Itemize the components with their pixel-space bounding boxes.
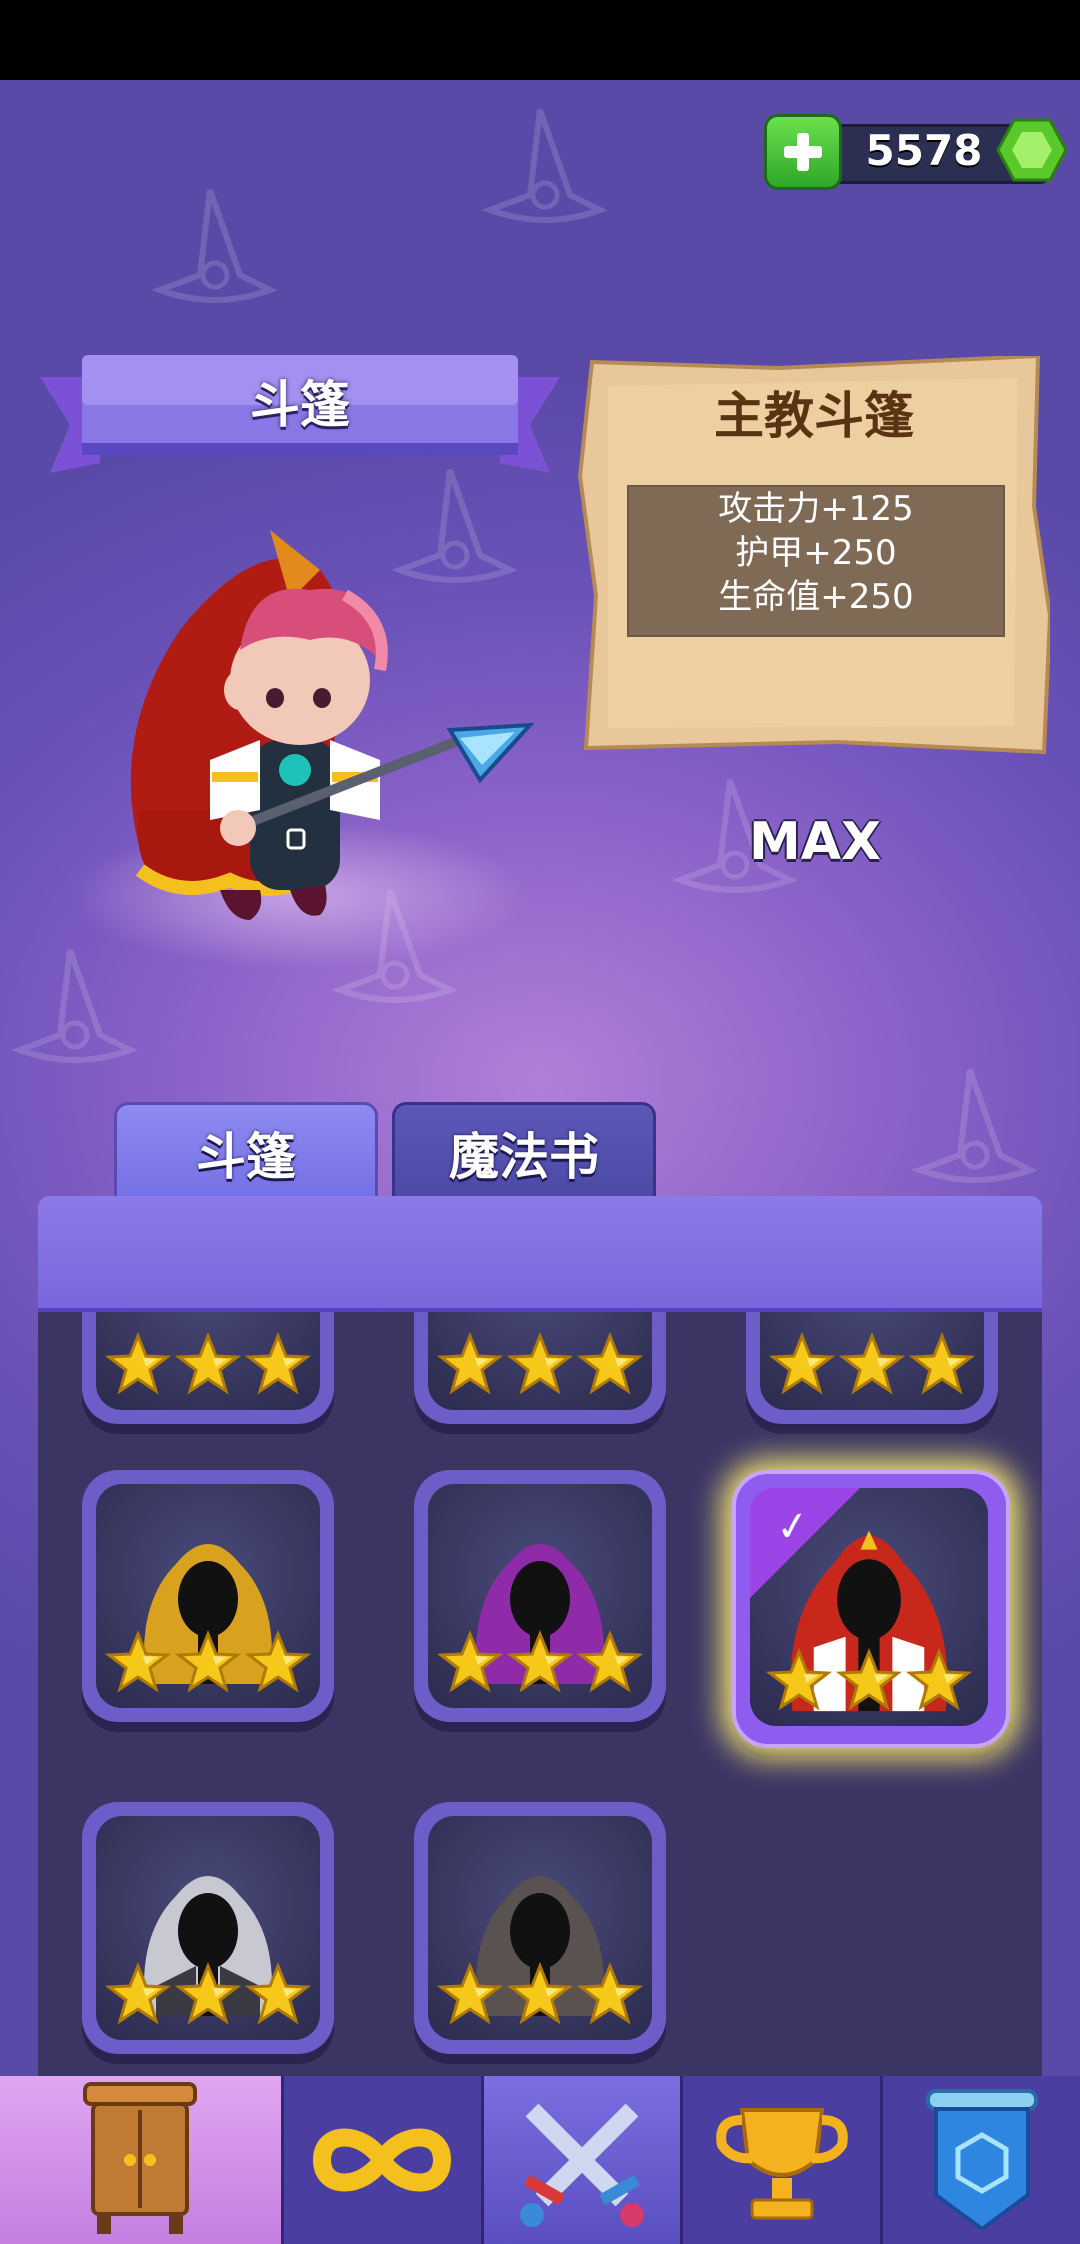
purple-hood-card[interactable] [414, 1470, 666, 1722]
star-icon [436, 1331, 504, 1398]
star-icon [104, 1629, 172, 1696]
stat-health: 生命值+250 [718, 577, 914, 617]
star-icon [905, 1647, 973, 1714]
star-icon [576, 1629, 644, 1696]
hat-pattern-icon [911, 1069, 1038, 1183]
star-rating [750, 1647, 988, 1714]
plus-icon[interactable] [764, 114, 842, 190]
hat-pattern-icon [151, 189, 278, 303]
trophy-icon [716, 2108, 848, 2220]
hat-pattern-icon [481, 109, 608, 223]
star-icon [908, 1331, 976, 1398]
gem-currency-counter: 5578 [764, 114, 1074, 190]
ice-cloak-card[interactable] [414, 1312, 666, 1424]
star-rating [428, 1629, 652, 1696]
star-rating [760, 1331, 984, 1398]
gem-count: 5578 [865, 126, 983, 175]
star-icon [576, 1961, 644, 2028]
star-icon [506, 1331, 574, 1398]
tab-cloak[interactable]: 斗篷 [114, 1102, 378, 1201]
item-name: 主教斗篷 [714, 387, 914, 445]
wizard-hero-image [130, 530, 535, 920]
star-icon [436, 1961, 504, 2028]
star-rating [96, 1629, 320, 1696]
status-bar [0, 0, 1080, 80]
nav-guild[interactable] [883, 2076, 1080, 2244]
nav-wardrobe[interactable] [0, 2076, 284, 2244]
crossed-swords-icon [520, 2103, 645, 2227]
star-icon [244, 1629, 312, 1696]
star-icon [104, 1961, 172, 2028]
bottom-nav [0, 2076, 1080, 2244]
panel-header [38, 1196, 1042, 1316]
star-icon [104, 1331, 172, 1398]
infinity-icon [313, 2128, 452, 2192]
star-icon [768, 1331, 836, 1398]
green-gem-icon [996, 118, 1068, 182]
star-icon [506, 1961, 574, 2028]
check-icon: ✓ [772, 1501, 813, 1553]
star-icon [174, 1629, 242, 1696]
red-cloak-card[interactable] [82, 1312, 334, 1424]
star-rating [96, 1961, 320, 2028]
tab-spellbook[interactable]: 魔法书 [392, 1102, 656, 1201]
nav-battle[interactable] [483, 2076, 684, 2244]
star-rating [428, 1961, 652, 2028]
yellow-hood-card[interactable] [82, 1470, 334, 1722]
star-rating [96, 1331, 320, 1398]
white-hood-card[interactable] [82, 1802, 334, 2054]
gray-hood-card[interactable] [414, 1802, 666, 2054]
stat-attack: 攻击力+125 [718, 489, 914, 529]
star-icon [838, 1331, 906, 1398]
star-icon [174, 1961, 242, 2028]
bishop-cloak-card[interactable]: ✓ [732, 1470, 1010, 1748]
max-level-label: MAX [748, 812, 882, 872]
stat-armor: 护甲+250 [735, 533, 897, 573]
ribbon-title: 斗篷 [250, 376, 350, 434]
star-icon [244, 1961, 312, 2028]
star-icon [765, 1647, 833, 1714]
cloak-grid-panel[interactable]: ✓ [38, 1312, 1042, 2076]
star-icon [835, 1647, 903, 1714]
item-stats-box: 攻击力+125 护甲+250 生命值+250 [627, 485, 1005, 637]
category-ribbon: 斗篷 [40, 355, 560, 485]
nav-endless[interactable] [284, 2076, 484, 2244]
star-icon [436, 1629, 504, 1696]
star-icon [576, 1331, 644, 1398]
star-rating [428, 1331, 652, 1398]
green-cloak-card[interactable] [746, 1312, 998, 1424]
star-icon [506, 1629, 574, 1696]
star-icon [174, 1331, 242, 1398]
nav-trophy[interactable] [683, 2076, 884, 2244]
shield-banner-icon [925, 2089, 1038, 2232]
wardrobe-icon [83, 2082, 198, 2234]
star-icon [244, 1331, 312, 1398]
